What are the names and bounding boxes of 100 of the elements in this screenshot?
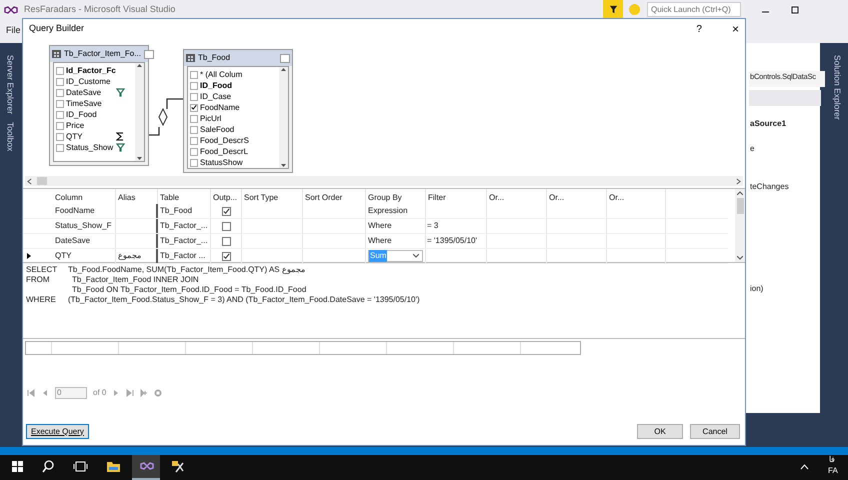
column-header: Column bbox=[53, 189, 116, 204]
column-name: Food_DescrL bbox=[200, 146, 248, 158]
column-header: Sort Type bbox=[242, 189, 303, 204]
help-button[interactable]: ? bbox=[696, 22, 702, 36]
quick-launch-field[interactable]: Quick Launch (Ctrl+Q) bbox=[647, 2, 741, 17]
language-indicator[interactable]: FA bbox=[828, 467, 838, 475]
property-value: aSource1 bbox=[750, 118, 786, 130]
checkbox[interactable] bbox=[190, 158, 198, 166]
scrollbar[interactable] bbox=[279, 67, 288, 168]
property-value: teChanges bbox=[750, 181, 789, 193]
vs-logo-icon bbox=[4, 4, 18, 16]
window-title: ResFaradars - Microsoft Visual Studio bbox=[24, 2, 176, 16]
scroll-thumb[interactable] bbox=[736, 198, 744, 214]
execute-query-button[interactable]: Execute Query bbox=[26, 424, 89, 439]
scroll-up-icon[interactable] bbox=[737, 191, 743, 195]
checkbox[interactable] bbox=[190, 126, 198, 134]
checkbox[interactable] bbox=[56, 132, 64, 140]
checkbox[interactable] bbox=[222, 206, 230, 216]
table-icon bbox=[52, 50, 61, 58]
stop-icon[interactable] bbox=[154, 389, 162, 397]
scroll-down-icon[interactable] bbox=[737, 256, 743, 260]
table-title: Tb_Factor_Item_Fo... bbox=[64, 48, 141, 60]
sigma-icon bbox=[116, 132, 125, 141]
column-name: * (All Colum bbox=[200, 68, 242, 80]
sql-keyword: SELECT bbox=[26, 265, 58, 275]
checkbox[interactable] bbox=[56, 110, 64, 118]
checkbox[interactable] bbox=[56, 144, 64, 152]
folder-icon[interactable] bbox=[106, 459, 122, 475]
checkbox[interactable] bbox=[190, 82, 198, 90]
checkbox[interactable] bbox=[56, 88, 64, 96]
sql-keyword: FROM bbox=[26, 275, 51, 285]
chevron-up-icon[interactable] bbox=[800, 463, 809, 470]
grid-cell: = '1395/05/10' bbox=[427, 235, 477, 247]
column-name: ID_Food bbox=[200, 80, 232, 92]
column-name: SaleFood bbox=[200, 124, 234, 136]
scroll-thumb[interactable] bbox=[37, 177, 47, 185]
horizontal-scrollbar[interactable] bbox=[25, 176, 743, 186]
chevron-down-icon bbox=[413, 254, 419, 258]
next-record-icon[interactable] bbox=[112, 389, 120, 397]
scroll-left-icon[interactable] bbox=[27, 178, 32, 184]
scroll-down-icon[interactable] bbox=[280, 163, 287, 168]
close-button[interactable]: × bbox=[732, 20, 739, 38]
record-count: of 0 bbox=[93, 387, 106, 399]
checkbox[interactable] bbox=[56, 122, 64, 130]
checkbox[interactable] bbox=[222, 222, 230, 230]
grid-cell: Tb_Factor ... bbox=[160, 250, 206, 262]
checkbox[interactable] bbox=[190, 114, 198, 122]
grid-cell: DateSave bbox=[55, 235, 90, 247]
ok-button[interactable]: OK bbox=[637, 424, 683, 439]
checkbox[interactable] bbox=[56, 66, 64, 74]
menu-item[interactable]: File bbox=[6, 24, 21, 38]
first-record-icon[interactable] bbox=[27, 389, 35, 397]
column-header: Or... bbox=[487, 189, 547, 204]
column-name: Status_Show bbox=[66, 142, 114, 154]
cancel-button[interactable]: Cancel bbox=[690, 424, 740, 439]
grid-cell: مجموع bbox=[118, 250, 141, 262]
checkbox[interactable] bbox=[190, 104, 198, 112]
column-header: Table bbox=[158, 189, 211, 204]
start-icon[interactable] bbox=[10, 459, 26, 475]
current-row-icon bbox=[27, 253, 31, 259]
checkbox[interactable] bbox=[56, 100, 64, 108]
column-header: Sort Order bbox=[303, 189, 366, 204]
grid-cell: Status_Show_F bbox=[55, 220, 112, 232]
language-indicator[interactable]: فا bbox=[829, 456, 835, 464]
vs-icon[interactable] bbox=[132, 455, 160, 480]
scroll-down-icon[interactable] bbox=[136, 156, 143, 161]
filter-icon bbox=[116, 143, 125, 152]
grid-cell: Expression bbox=[368, 205, 408, 217]
scroll-right-icon[interactable] bbox=[736, 178, 741, 184]
grid-cell: Tb_Factor_... bbox=[160, 220, 208, 232]
checkbox[interactable] bbox=[190, 92, 198, 100]
checkbox[interactable] bbox=[190, 70, 198, 78]
checkbox[interactable] bbox=[190, 148, 198, 156]
restore-button[interactable] bbox=[790, 4, 801, 15]
checkbox[interactable] bbox=[222, 252, 230, 260]
filter-icon bbox=[116, 88, 125, 97]
feedback-filter-icon bbox=[603, 0, 623, 19]
grid-cell: QTY bbox=[55, 250, 72, 262]
checkbox[interactable] bbox=[190, 136, 198, 144]
checkbox[interactable] bbox=[56, 78, 64, 86]
checkbox[interactable] bbox=[222, 236, 230, 246]
column-name: Id_Factor_Fc bbox=[66, 64, 116, 76]
side-tab[interactable]: Toolbox bbox=[4, 122, 16, 152]
toolbar-strip bbox=[749, 90, 821, 106]
sql-pane[interactable] bbox=[23, 263, 745, 339]
grid-cell: = 3 bbox=[427, 220, 438, 232]
sql-text: Tb_Food ON Tb_Factor_Item_Food.ID_Food = Tb_Food.ID_Food bbox=[72, 285, 306, 295]
tools-icon[interactable] bbox=[170, 459, 186, 475]
side-tab[interactable]: Solution Explorer bbox=[830, 55, 844, 120]
column-header: Or... bbox=[547, 189, 607, 204]
column-name: PicUrl bbox=[200, 112, 222, 124]
vertical-scrollbar[interactable] bbox=[735, 189, 745, 262]
last-record-icon[interactable] bbox=[126, 389, 134, 397]
new-record-icon[interactable] bbox=[140, 389, 148, 397]
grid-cell: Where bbox=[368, 235, 392, 247]
sql-text: Tb_Food.FoodName, SUM(Tb_Factor_Item_Food.QTY) AS مجموع bbox=[68, 265, 305, 275]
column-name: StatusShow bbox=[200, 156, 243, 168]
side-tab[interactable]: Server Explorer bbox=[4, 55, 16, 114]
scrollbar[interactable] bbox=[135, 63, 144, 161]
previous-record-icon[interactable] bbox=[41, 389, 49, 397]
